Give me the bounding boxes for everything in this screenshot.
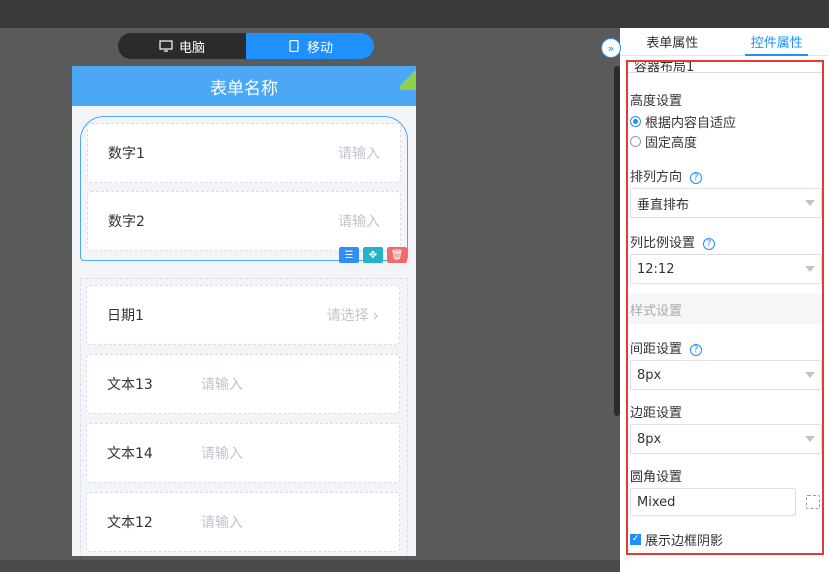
input-value: Mixed [637,494,676,510]
container-layout-selected[interactable]: 数字1 请输入 数字2 请输入 ☰ ✥ 🗑 [80,116,408,263]
panel-tabs: 表单属性 控件属性 [620,28,829,56]
ratio-label: 列比例设置? [630,232,716,251]
direction-select[interactable]: 垂直排布 [630,188,822,218]
gap-select[interactable]: 8px [630,360,822,390]
margin-select[interactable]: 8px [630,424,822,454]
radio-checked-icon [630,116,641,127]
help-icon[interactable]: ? [690,171,703,184]
tab-form-properties[interactable]: 表单属性 [620,28,725,55]
field-placeholder: 请输入 [200,377,243,393]
ratio-select[interactable]: 12:12 [630,254,822,284]
select-value: 8px [637,431,662,447]
corner-decoration [400,66,416,90]
select-value: 垂直排布 [637,197,690,213]
select-value: 12:12 [637,261,675,277]
radio-unchecked-icon [630,136,641,147]
radius-label: 圆角设置 [630,470,683,485]
delete-icon[interactable]: 🗑 [387,247,407,263]
field-label: 文本13 [107,377,153,393]
field-number1[interactable]: 数字1 请输入 [87,123,401,183]
clipped-input-border [628,72,822,73]
shadow-checkbox[interactable]: ✓ 展示边框阴影 [630,530,723,549]
desktop-tab-label: 电脑 [178,40,205,56]
radio-label: 根据内容自适应 [645,116,737,131]
direction-label-text: 排列方向 [630,170,683,185]
monitor-icon [159,40,173,52]
phone-icon [289,40,299,52]
list-icon[interactable]: ☰ [339,247,359,263]
field-label: 文本12 [107,515,153,531]
margin-label: 边距设置 [630,406,683,421]
form-title: 表单名称 [210,78,278,99]
tab-control-properties[interactable]: 控件属性 [725,28,829,56]
select-value: 8px [637,367,662,383]
height-setting-label: 高度设置 [630,94,683,109]
help-icon[interactable]: ? [690,343,703,356]
field-placeholder: 请输入 [200,446,243,462]
field-number2[interactable]: 数字2 请输入 [87,191,401,251]
form-header: 表单名称 [72,66,416,106]
move-icon[interactable]: ✥ [363,247,383,263]
top-bar [0,0,829,28]
device-toggle[interactable]: 电脑 移动 [118,33,374,59]
field-date1[interactable]: 日期1 请选择 › [86,285,400,345]
radius-input[interactable]: Mixed [630,488,796,516]
field-text13[interactable]: 文本13 请输入 [86,354,400,414]
checkbox-label: 展示边框阴影 [645,534,724,549]
desktop-tab[interactable]: 电脑 [118,33,246,59]
radio-auto-height[interactable]: 根据内容自适应 [630,112,736,131]
mobile-tab-label: 移动 [306,40,333,56]
mobile-preview: 表单名称 数字1 请输入 数字2 请输入 ☰ ✥ 🗑 日期1 请选择 › 文本1… [72,66,416,556]
caret-down-icon [805,266,815,272]
collapse-panel-icon[interactable]: » [601,38,621,58]
field-placeholder: 请输入 [200,515,243,531]
horizontal-scrollbar[interactable] [0,560,620,572]
field-text12[interactable]: 文本12 请输入 [86,492,400,552]
field-label: 日期1 [107,308,144,324]
gap-label-text: 间距设置 [630,342,683,357]
container-toolbar: ☰ ✥ 🗑 [339,247,407,263]
radio-label: 固定高度 [645,136,698,151]
field-label: 数字2 [108,214,145,230]
field-placeholder: 请输入 [338,146,380,162]
mobile-tab[interactable]: 移动 [246,33,374,59]
expand-corners-icon[interactable] [806,495,820,509]
help-icon[interactable]: ? [703,237,716,250]
caret-down-icon [805,436,815,442]
field-label: 文本14 [107,446,153,462]
chevron-right-icon: › [372,305,379,325]
field-label: 数字1 [108,146,145,162]
field-text14[interactable]: 文本14 请输入 [86,423,400,483]
ratio-label-text: 列比例设置 [630,236,696,251]
field-placeholder: 请输入 [338,214,380,230]
field-placeholder: 请选择 [326,308,369,324]
checkbox-checked-icon: ✓ [630,534,641,545]
style-section-header: 样式设置 [628,294,822,324]
control-properties-highlight: 容器布局1 高度设置 根据内容自适应 固定高度 排列方向? 垂直排布 列比例设置… [626,60,824,555]
gap-label: 间距设置? [630,338,703,357]
direction-label: 排列方向? [630,166,703,185]
caret-down-icon [805,200,815,206]
caret-down-icon [805,372,815,378]
radio-fixed-height[interactable]: 固定高度 [630,132,697,151]
